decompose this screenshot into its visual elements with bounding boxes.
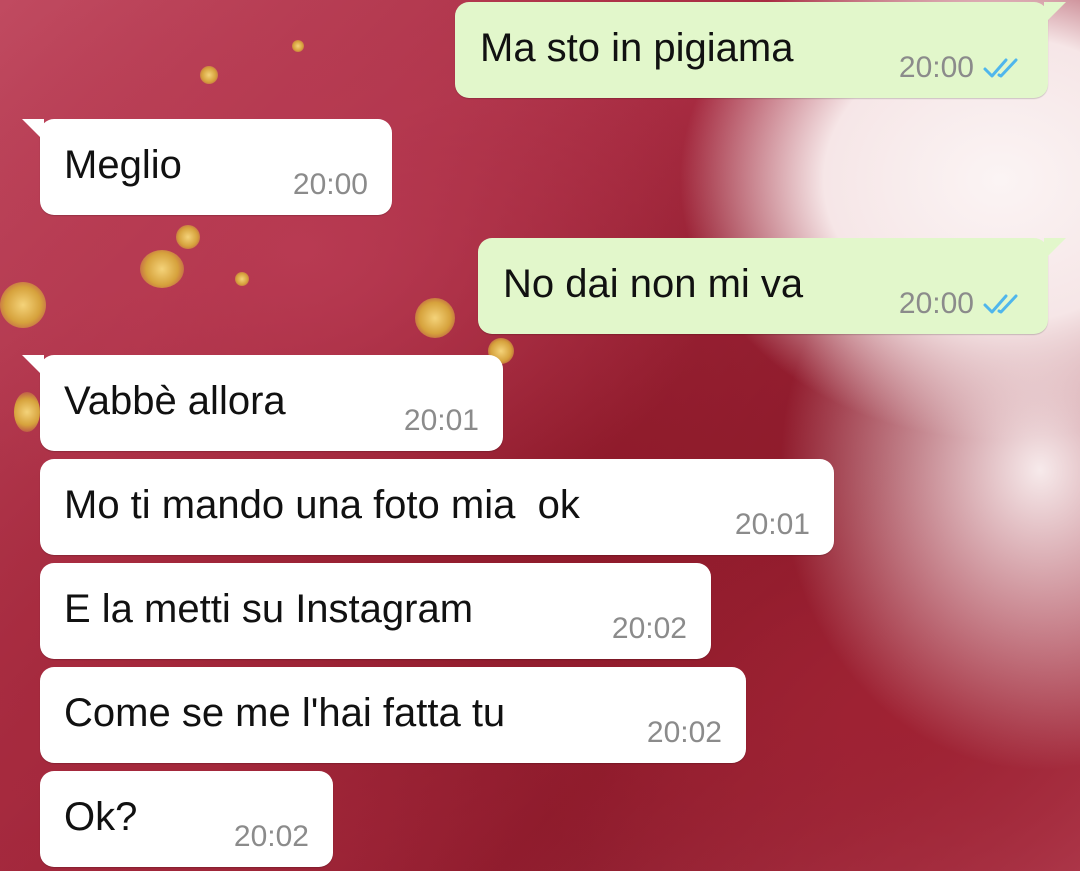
message-incoming[interactable]: Meglio 20:00 [22,119,392,215]
double-check-read-icon [982,56,1024,80]
message-text: Come se me l'hai fatta tu [64,691,506,735]
message-time: 20:01 [734,508,810,541]
message-text: Meglio [64,143,182,187]
message-meta: 20:02 [234,819,309,855]
message-time: 20:00 [292,168,368,201]
message-text: Ma sto in pigiama [480,26,794,70]
message-incoming[interactable]: Vabbè allora 20:01 [22,355,503,451]
message-meta: 20:01 [404,403,479,439]
message-meta: 20:01 [735,507,810,543]
message-incoming[interactable]: Ok? 20:02 [40,771,333,867]
message-meta: 20:02 [647,715,722,751]
message-outgoing[interactable]: Ma sto in pigiama 20:00 [455,2,1066,98]
message-meta: 20:00 [899,286,1024,322]
message-time: 20:00 [898,51,974,84]
message-text: Ok? [64,795,138,839]
message-meta: 20:00 [899,50,1024,86]
message-time: 20:02 [233,820,309,853]
message-meta: 20:02 [612,611,687,647]
message-meta: 20:00 [293,167,368,203]
message-time: 20:02 [646,716,722,749]
message-outgoing[interactable]: No dai non mi va 20:00 [478,238,1066,334]
message-text: No dai non mi va [503,262,804,306]
message-time: 20:02 [611,612,687,645]
message-time: 20:00 [898,287,974,320]
message-incoming[interactable]: Mo ti mando una foto mia ok 20:01 [40,459,834,555]
message-incoming[interactable]: Come se me l'hai fatta tu 20:02 [40,667,746,763]
message-text: Mo ti mando una foto mia ok [64,483,580,527]
message-text: Vabbè allora [64,379,286,423]
message-incoming[interactable]: E la metti su Instagram 20:02 [40,563,711,659]
message-text: E la metti su Instagram [64,587,474,631]
message-time: 20:01 [403,404,479,437]
double-check-read-icon [982,292,1024,316]
